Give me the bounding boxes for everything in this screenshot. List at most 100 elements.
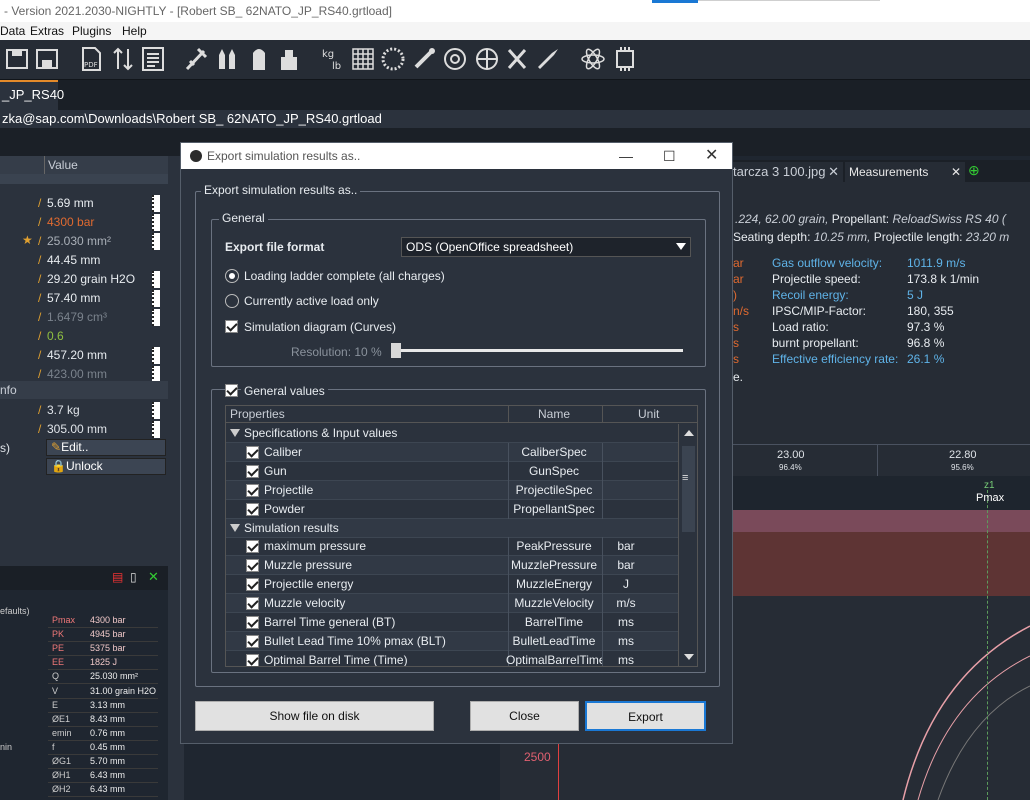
- property-row[interactable]: /4300 bar: [0, 213, 168, 232]
- units-icon[interactable]: kg lb: [320, 45, 346, 73]
- document-icon[interactable]: ▯: [130, 570, 137, 584]
- radio-all-charges[interactable]: [225, 269, 239, 283]
- menu-help[interactable]: Help: [122, 24, 147, 38]
- tree-section[interactable]: Specifications & Input values: [226, 424, 678, 443]
- cartridges-icon[interactable]: [214, 45, 240, 73]
- tree-item[interactable]: Bullet Lead Time 10% pmax (BLT) BulletLea…: [226, 631, 678, 651]
- save-as-icon[interactable]: [34, 45, 60, 73]
- expand-arrow-icon[interactable]: [230, 429, 240, 437]
- resolution-slider-track[interactable]: [395, 349, 683, 352]
- scroll-thumb[interactable]: [682, 446, 695, 532]
- scope-icon[interactable]: [412, 45, 438, 73]
- property-row[interactable]: /57.40 mm: [0, 289, 168, 308]
- measure-icon[interactable]: [110, 45, 136, 73]
- value-checkbox[interactable]: [246, 483, 259, 497]
- maximize-icon[interactable]: ☐: [663, 143, 676, 169]
- tree-item[interactable]: maximum pressure PeakPressure bar: [226, 537, 678, 557]
- spin-control[interactable]: [152, 290, 160, 307]
- scroll-up-icon[interactable]: [684, 430, 694, 436]
- info-section-header: nfo: [0, 381, 168, 399]
- menu-plugins[interactable]: Plugins: [72, 24, 111, 38]
- property-row[interactable]: /1.6479 cm³: [0, 308, 168, 327]
- tools-icon[interactable]: [504, 45, 530, 73]
- general-values-checkbox[interactable]: [225, 384, 238, 397]
- property-row[interactable]: /5.69 mm: [0, 194, 168, 213]
- report-icon[interactable]: [140, 45, 166, 73]
- value-checkbox[interactable]: [246, 445, 259, 459]
- tree-item[interactable]: Optimal Barrel Time (Time) OptimalBarrelT…: [226, 650, 678, 666]
- spin-control[interactable]: [152, 271, 160, 288]
- menu-data[interactable]: Data: [0, 24, 25, 38]
- diagram-checkbox[interactable]: [225, 320, 238, 333]
- spin-control[interactable]: [152, 421, 160, 438]
- value-checkbox[interactable]: [246, 502, 259, 516]
- value-checkbox[interactable]: [246, 653, 259, 666]
- property-row[interactable]: /29.20 grain H2O: [0, 270, 168, 289]
- tree-item[interactable]: Muzzle pressure MuzzlePressure bar: [226, 556, 678, 576]
- tree-item[interactable]: Projectile energy MuzzleEnergy J: [226, 575, 678, 595]
- close-icon[interactable]: ✕: [951, 162, 961, 182]
- save-icon[interactable]: [4, 45, 30, 73]
- value-checkbox[interactable]: [246, 559, 259, 573]
- minimize-icon[interactable]: —: [619, 143, 633, 169]
- show-file-button[interactable]: Show file on disk: [195, 701, 434, 731]
- tree-section[interactable]: Simulation results: [226, 518, 678, 538]
- unlock-button[interactable]: 🔒Unlock: [46, 458, 166, 475]
- spin-control[interactable]: [152, 195, 160, 212]
- tree-item[interactable]: Muzzle velocity MuzzleVelocity m/s: [226, 594, 678, 614]
- table-scrollbar[interactable]: ≡: [678, 424, 697, 666]
- spin-control[interactable]: [152, 233, 160, 250]
- rifle-icon[interactable]: [184, 45, 210, 73]
- close-button[interactable]: Close: [470, 701, 579, 731]
- close-icon[interactable]: ✕: [828, 162, 839, 182]
- spin-control[interactable]: [152, 309, 160, 326]
- property-row[interactable]: /457.20 mm: [0, 346, 168, 365]
- export-values-table: Properties Name Unit Specifications & In…: [225, 405, 698, 667]
- target-icon[interactable]: [380, 45, 406, 73]
- radio-active-load[interactable]: [225, 294, 239, 308]
- info-row[interactable]: /305.00 mm: [0, 420, 168, 439]
- spin-control[interactable]: [152, 402, 160, 419]
- add-tab-icon[interactable]: ⊕: [968, 162, 980, 179]
- resolution-slider-handle[interactable]: [391, 343, 401, 358]
- close-icon[interactable]: ✕: [705, 143, 718, 169]
- grid-icon[interactable]: [350, 45, 376, 73]
- pdf-icon[interactable]: PDF: [78, 45, 104, 73]
- barrel-icon[interactable]: [474, 45, 500, 73]
- info-row[interactable]: /3.7 kg: [0, 401, 168, 420]
- chip-icon[interactable]: [612, 45, 638, 73]
- expand-arrow-icon[interactable]: [230, 523, 240, 532]
- value-checkbox[interactable]: [246, 634, 259, 648]
- tree-item[interactable]: Gun GunSpec: [226, 461, 678, 481]
- bullet-icon[interactable]: [536, 45, 562, 73]
- format-select[interactable]: ODS (OpenOffice spreadsheet): [401, 237, 691, 257]
- powder-icon[interactable]: [276, 45, 302, 73]
- tree-item[interactable]: Powder PropellantSpec: [226, 499, 678, 519]
- spin-control[interactable]: [152, 214, 160, 231]
- value-checkbox[interactable]: [246, 578, 259, 592]
- document-tab[interactable]: _JP_RS40: [0, 80, 64, 110]
- edit-button[interactable]: ✎Edit..: [46, 439, 166, 456]
- property-row[interactable]: /25.030 mm² ★: [0, 232, 168, 251]
- tree-item[interactable]: Projectile ProjectileSpec: [226, 480, 678, 500]
- case-icon[interactable]: [246, 45, 272, 73]
- spin-control[interactable]: [152, 347, 160, 364]
- value-checkbox[interactable]: [246, 597, 259, 611]
- tab-image[interactable]: tarcza 3 100.jpg ✕: [733, 162, 843, 182]
- atom-icon[interactable]: [580, 45, 606, 73]
- value-checkbox[interactable]: [246, 616, 259, 629]
- property-row[interactable]: /0.6: [0, 327, 168, 346]
- edit-row-label: s): [0, 441, 10, 455]
- menu-extras[interactable]: Extras: [30, 24, 64, 38]
- tree-item[interactable]: Barrel Time general (BT) BarrelTime ms: [226, 613, 678, 632]
- tab-measurements[interactable]: Measurements ✕: [845, 162, 965, 182]
- pdf-export-icon[interactable]: ▤: [112, 570, 123, 584]
- reticle-icon[interactable]: [442, 45, 468, 73]
- property-row[interactable]: /44.45 mm: [0, 251, 168, 270]
- scroll-down-icon[interactable]: [684, 654, 694, 660]
- value-checkbox[interactable]: [246, 464, 259, 478]
- value-checkbox[interactable]: [246, 540, 259, 554]
- export-button[interactable]: Export: [585, 701, 706, 731]
- tree-item[interactable]: Caliber CaliberSpec: [226, 442, 678, 462]
- excel-icon[interactable]: ✕: [148, 569, 159, 585]
